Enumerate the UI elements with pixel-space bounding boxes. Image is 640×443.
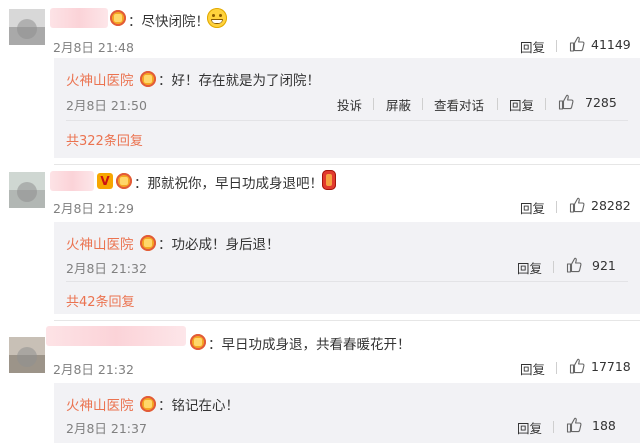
like-count: 188 (592, 418, 616, 433)
reply-button[interactable]: 回复 (520, 198, 545, 217)
avatar[interactable] (9, 9, 45, 45)
reply-button[interactable]: 回复 (520, 37, 545, 56)
comment-time: 2月8日 21:29 (53, 201, 134, 216)
more-replies-link[interactable]: 共322条回复 (66, 130, 143, 149)
like-count: 7285 (585, 95, 617, 110)
reply-button[interactable]: 回复 (517, 418, 542, 437)
reply-text: 火神山医院 (66, 394, 134, 414)
reply-text: ：功必成！身后退！ (158, 237, 280, 253)
divider (553, 261, 554, 273)
divider (66, 120, 628, 121)
reply-text: 火神山医院 (66, 69, 134, 89)
fan-badge-icon (140, 235, 156, 251)
comment-time: 2月8日 21:32 (53, 362, 134, 377)
fan-badge-icon (110, 10, 126, 26)
fan-badge-icon (116, 173, 132, 189)
lantern-emoji-icon (322, 170, 336, 190)
divider (54, 320, 640, 321)
reply-text: ：好！存在就是为了闭院！ (158, 73, 320, 89)
reply-time: 2月8日 21:50 (66, 98, 147, 113)
reply-time: 2月8日 21:37 (66, 421, 147, 436)
like-count: 28282 (591, 198, 631, 213)
comment-text: ：那就祝你，早日功成身退吧！ (134, 176, 323, 192)
reply-box: 火神山医院 ：铭记在心！ 2月8日 21:37 回复 188 (54, 383, 640, 443)
fan-badge-icon (140, 71, 156, 87)
like-count: 41149 (591, 37, 631, 52)
reply-button[interactable]: 回复 (517, 258, 542, 277)
fan-badge-icon (190, 334, 206, 350)
divider (553, 421, 554, 433)
reply-time: 2月8日 21:32 (66, 261, 147, 276)
avatar[interactable] (9, 337, 45, 373)
reply-button[interactable]: 回复 (520, 359, 545, 378)
reply-text: 火神山医院 (66, 233, 134, 253)
comment-text: ：尽快闭院！ (128, 14, 209, 30)
reply-author-link[interactable]: 火神山医院 (66, 237, 134, 253)
thumbs-up-icon[interactable] (569, 197, 585, 213)
reply-box: 火神山医院 ：好！存在就是为了闭院！ 2月8日 21:50 投诉 屏蔽 查看对话… (54, 58, 640, 158)
username-blurred[interactable] (50, 8, 108, 28)
thumbs-up-icon[interactable] (566, 257, 582, 273)
comment-time: 2月8日 21:48 (53, 40, 134, 55)
verified-v-icon: V (97, 173, 113, 189)
more-replies-link[interactable]: 共42条回复 (66, 291, 135, 310)
thumbs-up-icon[interactable] (569, 36, 585, 52)
fan-badge-icon (140, 396, 156, 412)
divider (373, 98, 374, 110)
like-count: 921 (592, 258, 616, 273)
divider (422, 98, 423, 110)
username-blurred[interactable] (46, 326, 186, 346)
thumbs-up-icon[interactable] (558, 94, 574, 110)
divider (66, 281, 628, 282)
report-button[interactable]: 投诉 (337, 95, 362, 114)
thumbs-up-icon[interactable] (566, 417, 582, 433)
like-count: 17718 (591, 359, 631, 374)
reply-text: ：铭记在心！ (158, 398, 239, 414)
divider (545, 98, 546, 110)
block-button[interactable]: 屏蔽 (386, 95, 411, 114)
comment-text: ：早日功成身退，共看春暖花开！ (208, 337, 411, 353)
grin-emoji-icon (207, 8, 227, 28)
divider (556, 362, 557, 374)
divider (556, 40, 557, 52)
avatar[interactable] (9, 172, 45, 208)
reply-box: 火神山医院 ：功必成！身后退！ 2月8日 21:32 回复 921 共42条回复 (54, 222, 640, 314)
divider (497, 98, 498, 110)
username-blurred[interactable] (50, 171, 94, 191)
reply-author-link[interactable]: 火神山医院 (66, 398, 134, 414)
reply-button[interactable]: 回复 (509, 95, 534, 114)
divider (54, 164, 640, 165)
thumbs-up-icon[interactable] (569, 358, 585, 374)
view-conversation-button[interactable]: 查看对话 (434, 95, 484, 114)
reply-author-link[interactable]: 火神山医院 (66, 73, 134, 89)
divider (556, 201, 557, 213)
